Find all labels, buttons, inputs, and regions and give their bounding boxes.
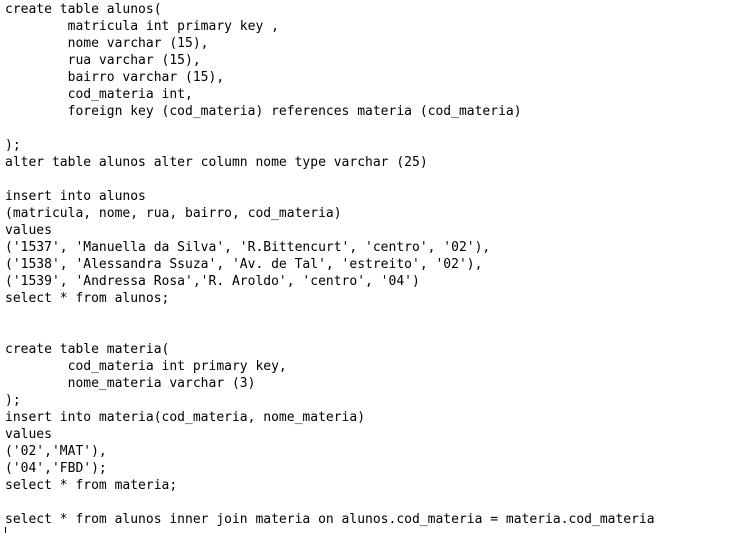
code-line: ('1537', 'Manuella da Silva', 'R.Bittenc…: [5, 240, 491, 255]
code-line: (matricula, nome, rua, bairro, cod_mater…: [5, 206, 342, 221]
code-line: values: [5, 223, 52, 238]
code-line: values: [5, 427, 52, 442]
code-line: nome varchar (15),: [5, 36, 209, 51]
text-cursor: [5, 527, 6, 533]
code-line: cod_materia int,: [5, 87, 193, 102]
code-line: nome_materia varchar (3): [5, 376, 256, 391]
code-line: ('04','FBD');: [5, 461, 107, 476]
code-line: select * from alunos;: [5, 291, 170, 306]
code-line: select * from alunos inner join materia …: [5, 512, 655, 527]
code-line: ('1539', 'Andressa Rosa','R. Aroldo', 'c…: [5, 274, 420, 289]
code-line: ('02','MAT'),: [5, 444, 107, 459]
code-line: create table materia(: [5, 342, 170, 357]
code-line: matricula int primary key ,: [5, 19, 279, 34]
code-line: select * from materia;: [5, 478, 178, 493]
code-line: insert into materia(cod_materia, nome_ma…: [5, 410, 366, 425]
code-line: rua varchar (15),: [5, 53, 201, 68]
code-line: );: [5, 393, 21, 408]
code-line: insert into alunos: [5, 189, 146, 204]
code-line: );: [5, 138, 21, 153]
code-line: ('1538', 'Alessandra Ssuza', 'Av. de Tal…: [5, 257, 483, 272]
code-line: create table alunos(: [5, 2, 162, 17]
code-line: cod_materia int primary key,: [5, 359, 287, 374]
code-line: alter table alunos alter column nome typ…: [5, 155, 428, 170]
code-line: foreign key (cod_materia) references mat…: [5, 104, 522, 119]
code-line: bairro varchar (15),: [5, 70, 225, 85]
sql-editor[interactable]: create table alunos( matricula int prima…: [5, 1, 741, 533]
